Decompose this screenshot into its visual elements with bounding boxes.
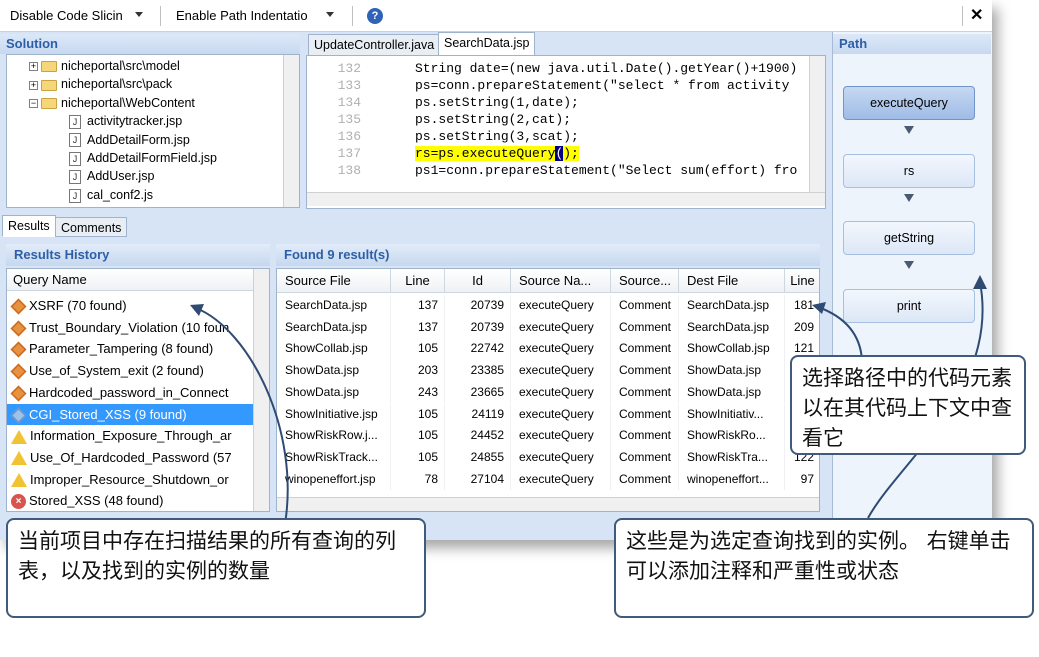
arrow-to-results [817, 306, 863, 361]
results-callout: 这些是为选定查询找到的实例。 右键单击可以添加注释和严重性或状态 [614, 518, 1034, 618]
arrowhead-icon [973, 275, 987, 289]
history-callout: 当前项目中存在扫描结果的所有查询的列表，以及找到的实例的数量 [6, 518, 426, 618]
arrowhead-icon [812, 302, 826, 314]
arrow-to-history [195, 307, 289, 525]
path-callout: 选择路径中的代码元素以在其代码上下文中查看它 [790, 355, 1026, 455]
